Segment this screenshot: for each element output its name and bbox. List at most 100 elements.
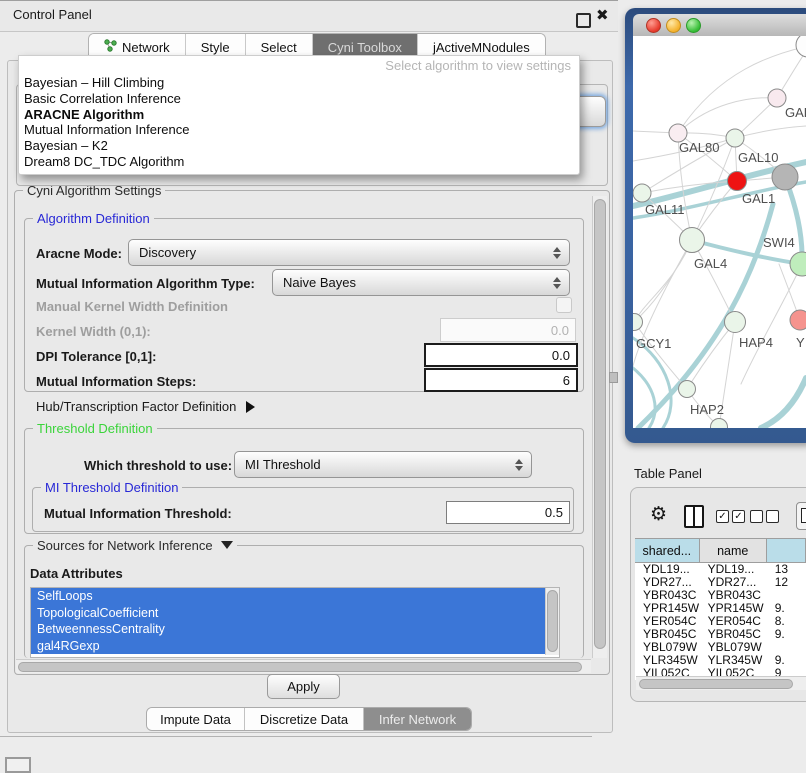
settings-hscrollbar[interactable]	[16, 659, 591, 673]
network-edge-thick[interactable]	[638, 204, 773, 428]
node-gal80-label: GAL80	[679, 140, 719, 155]
table-row[interactable]: YLR345WYLR345W9.	[635, 654, 806, 667]
network-edge[interactable]	[634, 322, 687, 389]
aracne-mode-combobox[interactable]: Discovery	[128, 239, 570, 266]
node-gal1[interactable]	[728, 172, 747, 191]
table-hscrollbar[interactable]	[636, 676, 806, 690]
table-hscrollbar-thumb[interactable]	[639, 679, 793, 689]
node-gal-cut[interactable]	[768, 89, 786, 107]
table-row[interactable]: YBR043CYBR043C	[635, 589, 806, 602]
table-cell: YBR045C	[700, 628, 767, 641]
apply-button[interactable]: Apply	[267, 674, 340, 699]
table-row[interactable]: YDL19...YDL19...13	[635, 563, 806, 576]
collapsed-panel-icon[interactable]	[5, 757, 31, 773]
kernel-width-field[interactable]: 0.0	[440, 318, 576, 342]
column-header-shared[interactable]: shared...	[635, 539, 700, 562]
table-row[interactable]: YPR145WYPR145W9.	[635, 602, 806, 615]
dropdown-item-dream8-dc-tdc-algorithm[interactable]: Dream8 DC_TDC Algorithm	[24, 154, 575, 170]
node-gcy1[interactable]	[633, 314, 643, 331]
stepper-arrows-icon	[510, 459, 528, 471]
manual-kernel-checkbox[interactable]	[556, 297, 572, 313]
node-gal4[interactable]	[680, 228, 705, 253]
node-gal10-label: GAL10	[738, 150, 778, 165]
node-table[interactable]: shared...nameYDL19...YDL19...13YDR27...Y…	[635, 538, 806, 680]
attribute-item-selfloops[interactable]: SelfLoops	[31, 588, 546, 605]
table-cell: YDL19...	[635, 563, 700, 576]
network-edge[interactable]	[687, 322, 735, 389]
algorithm-dropdown: Select algorithm to view settings Bayesi…	[18, 55, 580, 175]
tab-infer-network[interactable]: Infer Network	[364, 708, 471, 730]
dpi-tolerance-field[interactable]: 0.0	[424, 343, 578, 367]
table-row[interactable]: YBR045CYBR045C9.	[635, 628, 806, 641]
node-top[interactable]	[796, 36, 806, 57]
node-gal10[interactable]	[726, 129, 744, 147]
unchecked-columns-icon[interactable]	[750, 510, 779, 523]
table-row[interactable]: YER054CYER054C8.	[635, 615, 806, 628]
mi-steps-field[interactable]: 6	[424, 368, 578, 392]
export-table-button[interactable]	[796, 502, 806, 530]
data-attributes-label: Data Attributes	[30, 566, 123, 581]
tab-discretize-data[interactable]: Discretize Data	[245, 708, 364, 730]
table-row[interactable]: YDR27...YDR27...12	[635, 576, 806, 589]
node-gcy1-label: GCY1	[636, 336, 671, 351]
table-row[interactable]: YBL079WYBL079W	[635, 641, 806, 654]
node-bottom[interactable]	[711, 419, 728, 429]
node-swi4-label: SWI4	[763, 235, 795, 250]
dropdown-item-bayesian-k2[interactable]: Bayesian – K2	[24, 138, 575, 154]
mi-steps-label: Mutual Information Steps:	[36, 374, 196, 389]
node-salmon-label: Y	[796, 335, 805, 350]
network-canvas[interactable]: GALGAL80GAL10GAL1GAL11SWI4GAL4GCY1HAP4YH…	[633, 36, 806, 428]
checked-box-icon: ✓	[732, 510, 745, 523]
unchecked-box-icon	[750, 510, 763, 523]
network-edge-thick[interactable]	[761, 378, 806, 428]
tab-impute-data[interactable]: Impute Data	[147, 708, 245, 730]
attribute-item-topologicalcoefficient[interactable]: TopologicalCoefficient	[31, 605, 546, 622]
float-panel-icon[interactable]	[576, 13, 591, 28]
settings-vscrollbar-thumb[interactable]	[594, 199, 606, 649]
network-edge[interactable]	[692, 240, 735, 322]
network-edge[interactable]	[634, 240, 692, 322]
zoom-traffic-light-icon[interactable]	[686, 18, 701, 33]
hub-definition-toggle[interactable]: Hub/Transcription Factor Definition	[36, 399, 255, 414]
network-graph: GALGAL80GAL10GAL1GAL11SWI4GAL4GCY1HAP4YH…	[633, 36, 806, 428]
unchecked-box-icon	[766, 510, 779, 523]
expand-arrow-icon	[246, 401, 255, 413]
which-threshold-combobox[interactable]: MI Threshold	[234, 451, 532, 478]
dropdown-item-aracne-algorithm[interactable]: ARACNE Algorithm	[24, 107, 575, 123]
dropdown-item-basic-correlation-inference[interactable]: Basic Correlation Inference	[24, 91, 575, 107]
mi-type-combobox[interactable]: Naive Bayes	[272, 269, 570, 296]
table-cell: YDR27...	[700, 576, 767, 589]
gear-icon[interactable]: ⚙	[650, 503, 667, 525]
mi-threshold-field[interactable]: 0.5	[446, 501, 570, 524]
table-cell: 9.	[767, 628, 806, 641]
dropdown-item-bayesian-hill-climbing[interactable]: Bayesian – Hill Climbing	[24, 75, 575, 91]
close-icon[interactable]: ✖	[596, 6, 609, 24]
node-salmon[interactable]	[790, 310, 806, 330]
settings-hscrollbar-thumb[interactable]	[18, 662, 582, 672]
column-header-2[interactable]	[767, 539, 806, 562]
attribute-item-gal4rgexp[interactable]: gal4RGexp	[31, 638, 546, 655]
settings-vscrollbar[interactable]	[592, 196, 607, 658]
network-edge[interactable]	[678, 98, 777, 133]
node-gal11[interactable]	[633, 184, 651, 202]
columns-icon[interactable]	[684, 505, 704, 528]
table-header-row: shared...name	[635, 538, 806, 563]
close-traffic-light-icon[interactable]	[646, 18, 661, 33]
network-window-titlebar[interactable]	[633, 14, 806, 36]
node-hap2[interactable]	[679, 381, 696, 398]
attributes-vscrollbar-thumb[interactable]	[547, 590, 558, 652]
node-swi4[interactable]	[790, 252, 806, 276]
control-panel-titlebar	[0, 0, 618, 32]
stepper-arrows-icon	[548, 277, 566, 289]
column-header-name[interactable]: name	[700, 539, 767, 562]
attribute-item-betweennesscentrality[interactable]: BetweennessCentrality	[31, 621, 546, 638]
checked-columns-icon[interactable]: ✓ ✓	[716, 510, 745, 523]
attributes-vscrollbar[interactable]	[545, 588, 559, 655]
data-attributes-list[interactable]: SelfLoopsTopologicalCoefficientBetweenne…	[30, 587, 560, 658]
node-gray[interactable]	[772, 164, 798, 190]
node-hap4[interactable]	[725, 312, 746, 333]
threshold-definition-legend: Threshold Definition	[33, 421, 157, 436]
minimize-traffic-light-icon[interactable]	[666, 18, 681, 33]
panel-splitter-handle[interactable]	[609, 372, 618, 383]
dropdown-item-mutual-information-inference[interactable]: Mutual Information Inference	[24, 122, 575, 138]
